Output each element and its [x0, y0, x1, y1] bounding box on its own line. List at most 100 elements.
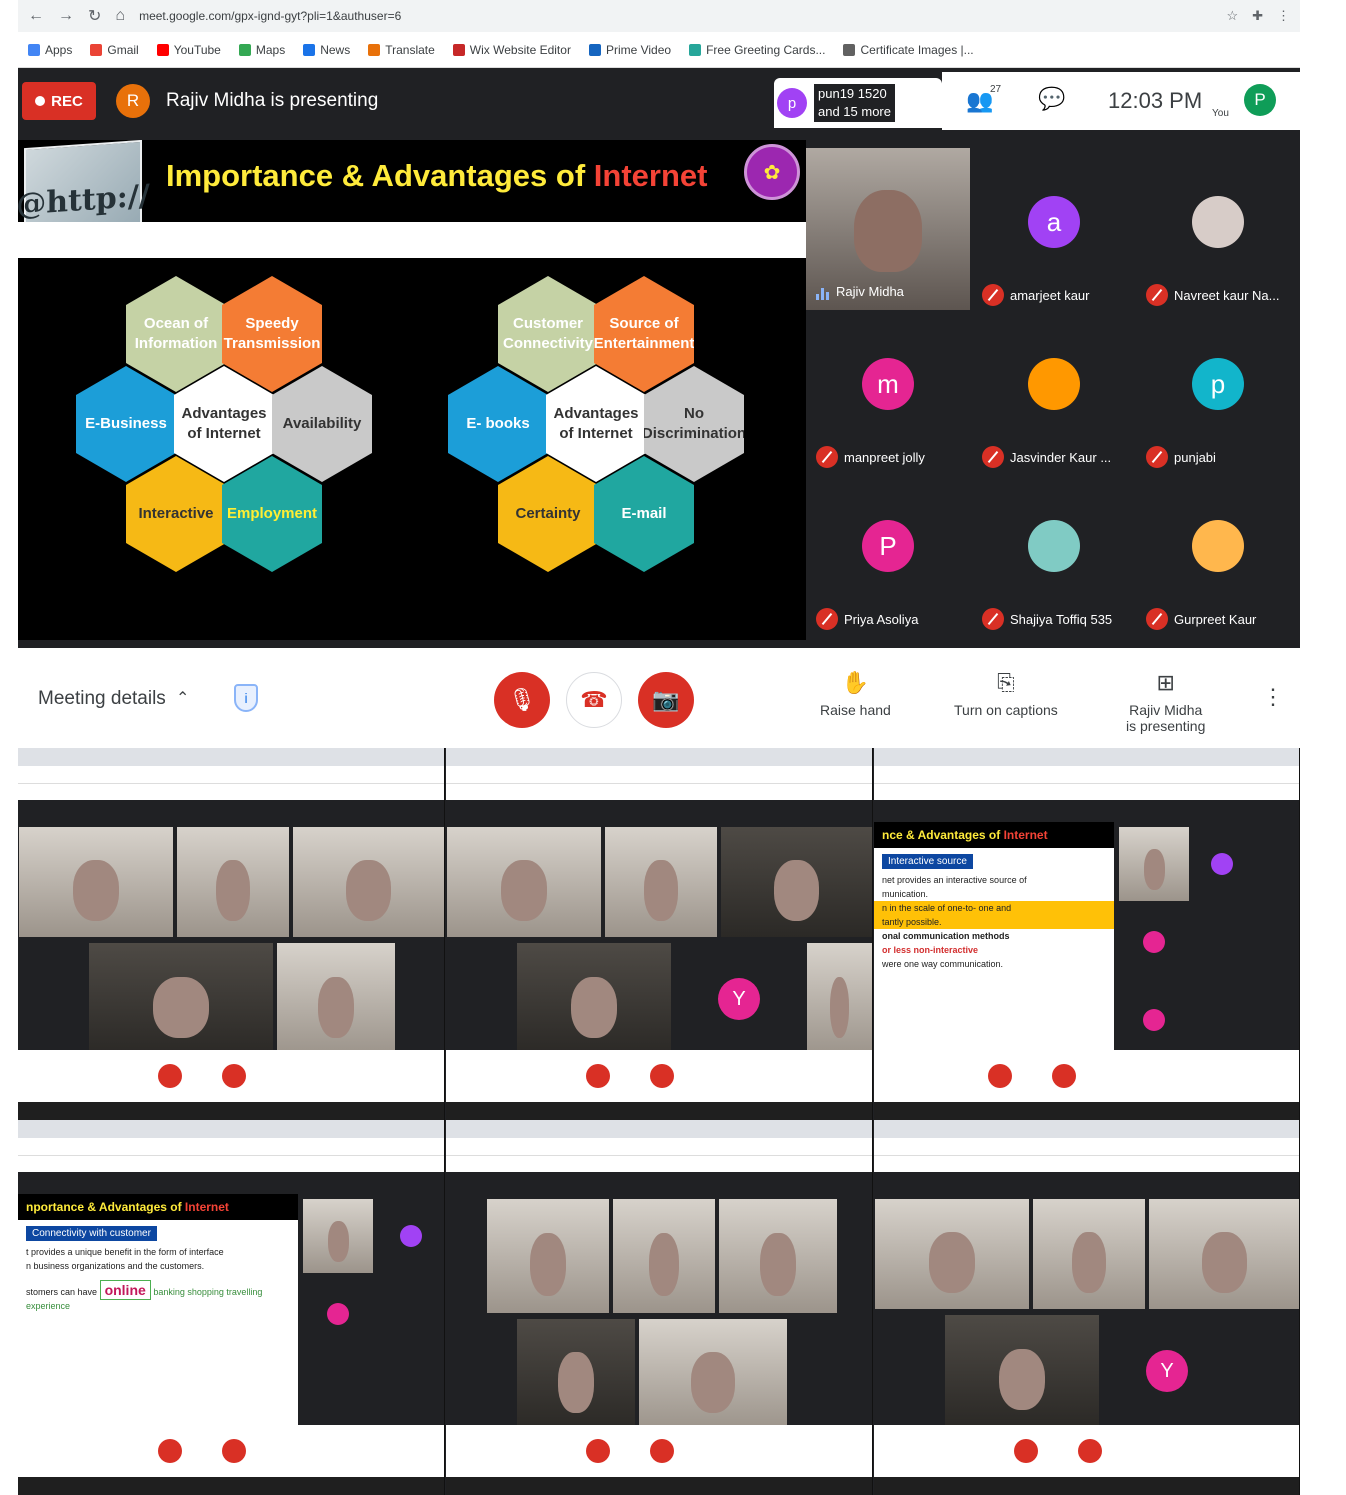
chat-icon[interactable]: 💬 — [1038, 86, 1065, 112]
thumb-taskbar — [874, 1477, 1299, 1495]
captions-button[interactable]: ⎘ Turn on captions — [954, 670, 1058, 718]
shield-icon[interactable]: i — [234, 684, 258, 712]
thumb-slide-line: onal communication methods — [882, 931, 1010, 941]
recording-badge: REC — [22, 82, 96, 120]
thumb-avatar-tile: Y — [1102, 1314, 1232, 1428]
bookmark-wix[interactable]: Wix Website Editor — [452, 43, 571, 57]
thumb-video — [874, 1198, 1030, 1310]
menu-icon[interactable]: ⋮ — [1277, 8, 1290, 24]
meet-top-bar: REC R Rajiv Midha is presenting p pun19 … — [18, 72, 1300, 130]
raise-hand-button[interactable]: ✋ Raise hand — [820, 670, 891, 718]
participant-name: Shajiya Toffiq 535 — [982, 608, 1112, 630]
thumb-taskbar — [446, 1477, 872, 1495]
speaking-icon — [816, 285, 830, 300]
thumb-video — [604, 826, 718, 938]
thumb-video — [806, 942, 872, 1056]
thumb-video — [718, 1198, 838, 1314]
participant-photo — [1192, 196, 1244, 248]
thumb-controls — [446, 1425, 872, 1477]
leave-call-button[interactable]: ☎ — [566, 672, 622, 728]
bookmark-prime-video[interactable]: Prime Video — [588, 43, 671, 57]
star-icon[interactable]: ☆ — [1226, 8, 1238, 24]
pill-text: pun19 1520 and 15 more — [814, 84, 895, 122]
reload-icon[interactable]: ↻ — [88, 6, 101, 26]
bookmark-maps[interactable]: Maps — [238, 43, 285, 57]
participant-tile[interactable]: p punjabi — [1136, 310, 1300, 472]
participants-pill[interactable]: p pun19 1520 and 15 more — [774, 78, 942, 128]
extensions-icon[interactable]: ✚ — [1252, 8, 1263, 24]
bookmark-certificate-images[interactable]: Certificate Images |... — [843, 43, 974, 57]
mic-off-icon — [982, 284, 1004, 306]
bookmark-gmail[interactable]: Gmail — [90, 43, 139, 57]
thumb-video — [516, 1318, 636, 1430]
thumb-controls — [446, 1050, 872, 1102]
thumb-url — [446, 1138, 872, 1156]
camera-off-button[interactable]: 📷 — [638, 672, 694, 728]
thumb-topbar — [446, 800, 872, 826]
participant-tile[interactable]: m manpreet jolly — [806, 310, 970, 472]
thumb-body: Y — [874, 1198, 1299, 1430]
top-right-panel: 👥 27 💬 12:03 PM You P — [942, 72, 1300, 130]
participant-photo — [1028, 358, 1080, 410]
thumb-bookmarks — [446, 1156, 872, 1172]
participant-name: Navreet kaur Na... — [1146, 284, 1280, 306]
thumb-slide: nportance & Advantages of Internet Conne… — [18, 1194, 298, 1430]
thumb-video — [292, 826, 444, 938]
thumb-avatar — [399, 1225, 422, 1247]
present-now-button[interactable]: ⊞ Rajiv Midha is presenting — [1126, 670, 1205, 734]
thumb-url — [446, 766, 872, 784]
thumb-video — [516, 942, 672, 1056]
more-options-icon[interactable]: ⋮ — [1262, 684, 1284, 710]
self-avatar[interactable]: P — [1244, 84, 1276, 116]
mic-off-button[interactable]: 🎙 — [494, 672, 550, 728]
participant-tile[interactable]: P Priya Asoliya — [806, 472, 970, 634]
thumb-slide-line: stomers can have online banking shopping… — [26, 1280, 263, 1311]
thumb-video — [1148, 1198, 1299, 1310]
slide-body: Ocean of Information Speedy Transmission… — [18, 258, 806, 640]
browser-url-bar: ← → ↻ ⌂ meet.google.com/gpx-ignd-gyt?pli… — [18, 0, 1300, 32]
thumb-bookmarks — [874, 1156, 1299, 1172]
hex-availability: Availability — [272, 366, 372, 482]
thumb-slide-line: munication. — [882, 889, 929, 899]
bookmark-greeting-cards[interactable]: Free Greeting Cards... — [689, 43, 825, 57]
thumb-video — [446, 826, 602, 938]
participant-tile[interactable]: Shajiya Toffiq 535 — [972, 472, 1136, 634]
screenshot-thumbnail-2: Y — [446, 748, 873, 1120]
thumb-video — [638, 1318, 788, 1430]
thumb-avatar-tile — [1192, 826, 1252, 902]
participant-name: manpreet jolly — [816, 446, 925, 468]
you-label: You — [1212, 108, 1229, 119]
participant-tile[interactable]: a amarjeet kaur — [972, 148, 1136, 310]
bookmark-news[interactable]: News — [303, 43, 350, 57]
thumb-url — [874, 766, 1299, 784]
bookmark-translate[interactable]: Translate — [368, 43, 435, 57]
thumb-video — [720, 826, 872, 938]
participant-avatar: a — [1028, 196, 1080, 248]
bookmark-youtube[interactable]: YouTube — [156, 43, 221, 57]
thumb-controls — [874, 1050, 1299, 1102]
thumb-slide-title: nce & Advantages of Internet — [874, 822, 1114, 848]
meeting-details-button[interactable]: Meeting details — [38, 688, 166, 710]
hex-e-business: E-Business — [76, 366, 176, 482]
thumb-tabs — [874, 748, 1299, 766]
participant-tile[interactable]: Rajiv Midha — [806, 148, 970, 310]
participant-tile[interactable]: Navreet kaur Na... — [1136, 148, 1300, 310]
thumb-taskbar — [18, 1102, 444, 1120]
mic-off-icon — [982, 446, 1004, 468]
thumb-slide-line: n in the scale of one-to- one and — [874, 901, 1114, 915]
back-icon[interactable]: ← — [28, 7, 44, 25]
participant-tile[interactable]: Gurpreet Kaur — [1136, 472, 1300, 634]
hex-e-books: E- books — [448, 366, 548, 482]
participant-tile[interactable]: Jasvinder Kaur ... — [972, 310, 1136, 472]
presenting-label: Rajiv Midha is presenting — [166, 90, 379, 111]
slide-strip — [18, 222, 806, 258]
screenshot-thumbnail-5 — [446, 1120, 873, 1495]
address-input[interactable]: meet.google.com/gpx-ignd-gyt?pli=1&authu… — [139, 9, 1212, 23]
thumb-taskbar — [874, 1102, 1299, 1120]
thumb-avatar-tile — [376, 1198, 444, 1274]
forward-icon[interactable]: → — [58, 7, 74, 25]
chevron-up-icon[interactable]: ⌃ — [176, 688, 189, 708]
bookmark-apps[interactable]: Apps — [28, 43, 72, 57]
participant-photo — [1192, 520, 1244, 572]
home-icon[interactable]: ⌂ — [115, 7, 125, 25]
